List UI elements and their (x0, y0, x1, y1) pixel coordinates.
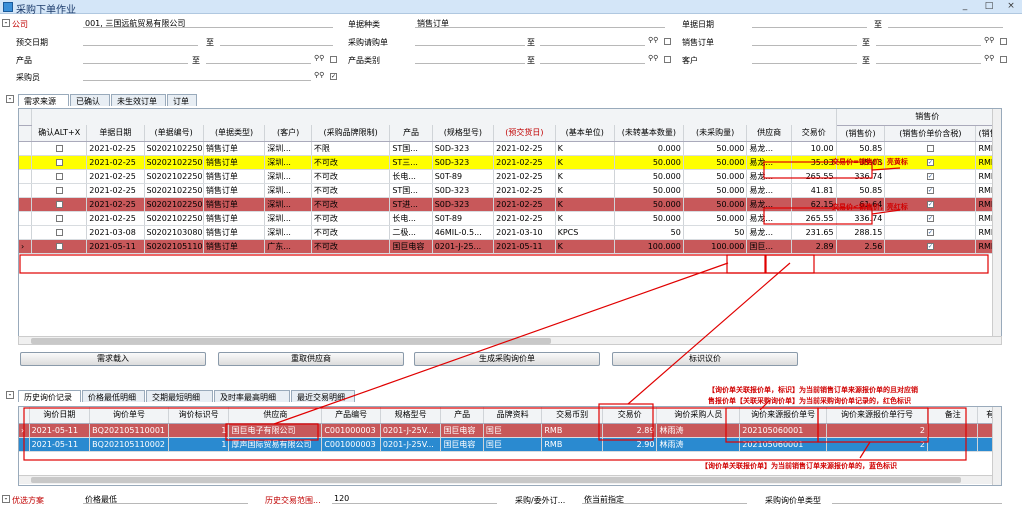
trade-price-box (765, 254, 815, 274)
arrow-line (627, 262, 791, 405)
yellow-annotation: 交易价=销售价，亮黄标 (832, 158, 908, 166)
inquiry-rows-box (23, 407, 967, 461)
arrow-line (859, 441, 871, 459)
arrow-line (273, 262, 729, 425)
inquiry-source-box (725, 407, 819, 443)
supplier-box (726, 254, 766, 274)
inquiry-source-line-box (817, 407, 929, 443)
bottom-annotation: 【询价单关联报价单】为当前销售订单来源报价单的，蓝色标识 (701, 462, 897, 470)
top-annotation-line1: 【询价单关联报价单，标识】为当前销售订单来源报价单的且对应销 (708, 386, 918, 394)
inquiry-supplier-box (225, 423, 319, 441)
selected-row-box (19, 254, 989, 274)
top-annotation-line2: 售报价单【关联采购询价单】为当前采购询价单记录的，红色标识 (708, 397, 911, 405)
arrow-line (871, 167, 901, 171)
annotation-overlay (19, 161, 989, 461)
red-annotation: 交易价<销售价，亮红标 (832, 203, 908, 211)
inquiry-price-box (598, 403, 654, 441)
